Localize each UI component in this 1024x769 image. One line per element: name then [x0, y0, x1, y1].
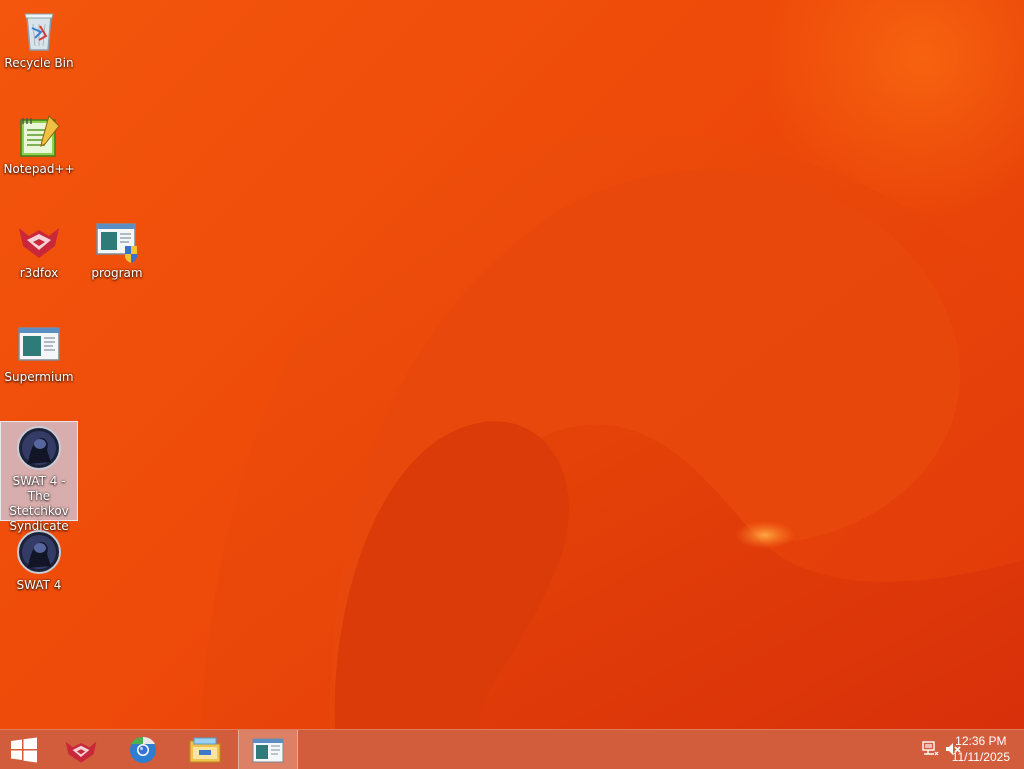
clock[interactable]: 12:36 PM 11/11/2025 [952, 733, 1010, 765]
taskbar-r3dfox-button[interactable] [52, 730, 110, 769]
desktop[interactable]: Recycle Bin Notepad++ r3dfox program Sup… [0, 0, 1024, 729]
recycle-bin-icon [24, 13, 54, 51]
chrome-browser-icon [130, 736, 156, 763]
swat4-stetchkov-shortcut[interactable]: SWAT 4 - The Stetchkov Syndicate [0, 421, 78, 533]
taskbar-program-button[interactable] [238, 730, 298, 769]
swat4-stetchkov-label: SWAT 4 - The Stetchkov Syndicate [9, 474, 69, 533]
file-explorer-icon [189, 737, 221, 762]
clock-time: 12:36 PM [955, 734, 1007, 748]
r3dfox-shortcut[interactable]: r3dfox [0, 214, 78, 281]
program-window-icon [252, 738, 284, 762]
recycle-bin-label: Recycle Bin [4, 56, 74, 70]
recycle-bin-shortcut[interactable]: Recycle Bin [0, 4, 78, 71]
swat4-shortcut[interactable]: SWAT 4 [0, 526, 78, 593]
system-tray: 12:36 PM 11/11/2025 [884, 730, 1024, 769]
swat4-icon [17, 530, 61, 574]
taskbar: 12:36 PM 11/11/2025 [0, 729, 1024, 769]
wallpaper [200, 134, 1024, 729]
taskbar-explorer-button[interactable] [176, 730, 234, 769]
r3dfox-icon [19, 228, 59, 258]
notepad-plus-plus-shortcut[interactable]: Notepad++ [0, 110, 78, 177]
taskbar-browser-button[interactable] [114, 730, 172, 769]
program-label: program [91, 266, 143, 280]
windows-start-icon [11, 737, 37, 762]
network-icon[interactable] [922, 740, 940, 758]
notepad-plus-plus-icon [20, 115, 60, 157]
r3dfox-icon [65, 741, 97, 763]
supermium-label: Supermium [4, 370, 74, 384]
supermium-icon [18, 327, 60, 361]
notepad-plus-plus-label: Notepad++ [3, 162, 75, 176]
program-shortcut-icon [96, 223, 137, 263]
program-shortcut[interactable]: program [78, 214, 156, 281]
start-button[interactable] [0, 730, 48, 769]
clock-date: 11/11/2025 [951, 750, 1010, 764]
supermium-shortcut[interactable]: Supermium [0, 318, 78, 385]
swat4-stetchkov-icon [17, 426, 61, 470]
r3dfox-label: r3dfox [19, 266, 59, 280]
swat4-label: SWAT 4 [16, 578, 62, 592]
